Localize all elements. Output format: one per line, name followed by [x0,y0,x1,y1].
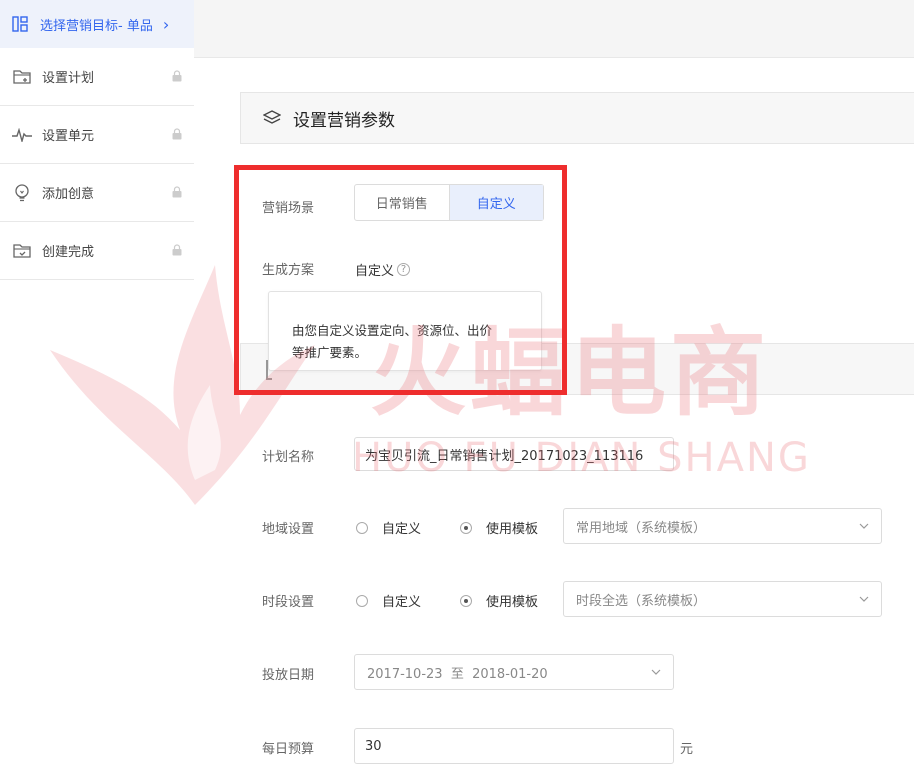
date-separator: 至 [450,666,464,682]
grid-icon [12,15,30,33]
budget-unit: 元 [680,742,694,757]
lock-icon [172,128,182,140]
radio-dot [356,594,368,607]
budget-input[interactable]: 30 [354,728,674,764]
pulse-icon [12,125,32,145]
select-value: 时段全选（系统模板） [576,593,707,609]
sidebar-item-label: 设置计划 [42,71,95,86]
chevron-down-icon [859,594,869,604]
radio-dot-selected [460,594,472,607]
folder-plus-icon [12,67,32,87]
sidebar-item-plan[interactable]: 设置计划 [0,48,194,106]
chevron-down-icon [651,667,661,677]
tooltip-line-2: 等推广要素。 [292,345,368,360]
section-title: 设置营销参数 [293,110,395,131]
date-label: 投放日期 [262,668,315,683]
region-radio-template[interactable]: 使用模板 [460,518,538,537]
scene-segmented-control: 日常销售 自定义 [354,184,544,221]
sidebar: 选择营销目标- 单品 › 设置计划 设置单元 添加创意 创建完成 [0,0,194,777]
radio-label: 自定义 [382,595,422,610]
help-icon[interactable]: ? [397,263,411,276]
select-value: 常用地域（系统模板） [576,520,707,536]
generate-value: 自定义 ? [355,260,411,279]
time-radio-template[interactable]: 使用模板 [460,591,538,610]
sidebar-item-label: 设置单元 [42,129,95,144]
scene-option-custom[interactable]: 自定义 [448,185,543,220]
time-template-select[interactable]: 时段全选（系统模板） [563,581,882,617]
radio-label: 使用模板 [486,595,539,610]
sidebar-item-select-goal[interactable]: 选择营销目标- 单品 › [0,0,194,48]
region-template-select[interactable]: 常用地域（系统模板） [563,508,882,544]
radio-label: 自定义 [382,522,422,537]
sidebar-item-label: 添加创意 [42,187,95,202]
layers-icon [263,108,283,128]
date-end: 2018-01-20 [472,666,548,682]
scene-option-daily[interactable]: 日常销售 [355,185,449,220]
chevron-down-icon [859,521,869,531]
generate-label: 生成方案 [262,263,315,278]
generate-value-text: 自定义 [355,264,395,279]
sidebar-item-label: 选择营销目标- 单品 [40,18,153,34]
radio-label: 使用模板 [486,522,539,537]
bulb-icon [12,183,32,203]
date-range-picker[interactable]: 2017-10-23 至 2018-01-20 [354,654,674,690]
section-header: 设置营销参数 [240,92,914,144]
region-label: 地域设置 [262,522,315,537]
date-range-value: 2017-10-23 至 2018-01-20 [367,663,548,682]
sidebar-item-unit[interactable]: 设置单元 [0,106,194,164]
time-label: 时段设置 [262,595,315,610]
radio-dot-selected [460,521,472,534]
budget-label: 每日预算 [262,742,315,757]
date-start: 2017-10-23 [367,666,443,682]
sidebar-item-complete[interactable]: 创建完成 [0,222,194,280]
folder-check-icon [12,241,32,261]
region-radio-custom[interactable]: 自定义 [356,518,421,537]
lock-icon [172,70,182,82]
radio-dot [356,521,368,534]
plan-name-input[interactable]: 为宝贝引流_日常销售计划_20171023_113116 [354,437,674,471]
help-tooltip: 由您自定义设置定向、资源位、出价 等推广要素。 [268,291,542,371]
tooltip-line-1: 由您自定义设置定向、资源位、出价 [292,323,493,338]
lock-icon [172,244,182,256]
top-bar [194,0,914,58]
plan-name-label: 计划名称 [262,450,315,465]
scene-label: 营销场景 [262,201,315,216]
sidebar-item-creative[interactable]: 添加创意 [0,164,194,222]
sidebar-item-label: 创建完成 [42,245,95,260]
time-radio-custom[interactable]: 自定义 [356,591,421,610]
lock-icon [172,186,182,198]
chevron-right-icon: › [162,14,170,34]
